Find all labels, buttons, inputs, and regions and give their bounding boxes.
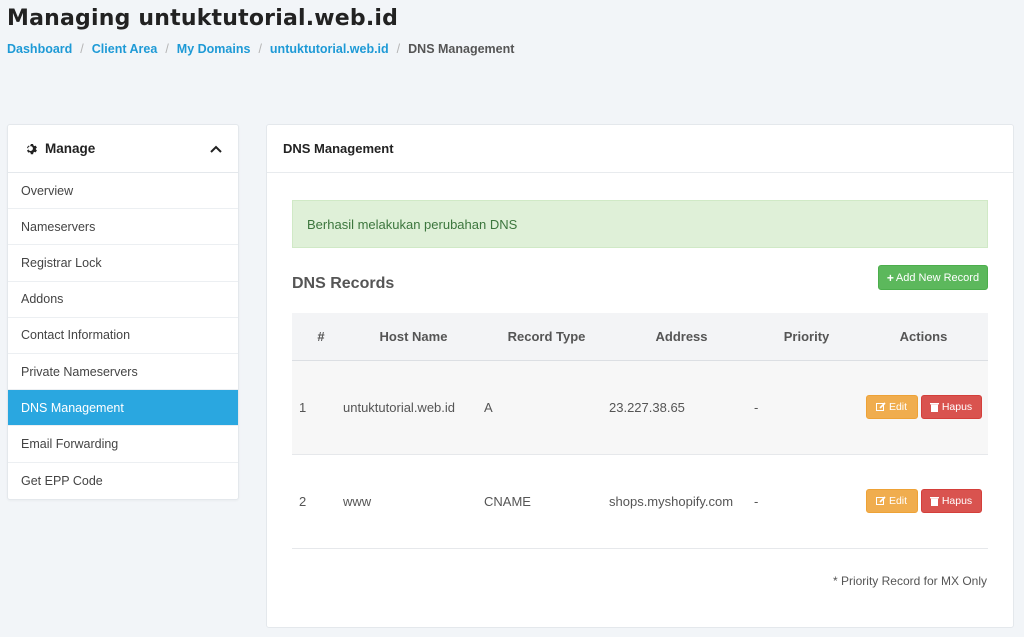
sidebar-item-label: Contact Information bbox=[21, 328, 131, 343]
sidebar-item-private-nameservers[interactable]: Private Nameservers bbox=[8, 354, 238, 391]
cell-priority: - bbox=[754, 399, 759, 415]
sidebar-item-label: Registrar Lock bbox=[21, 255, 102, 270]
column-header-priority: Priority bbox=[754, 313, 859, 361]
sidebar-item-label: Get EPP Code bbox=[21, 473, 103, 488]
chevron-up-icon[interactable] bbox=[210, 145, 222, 153]
edit-label: Edit bbox=[888, 495, 908, 507]
cell-record-type: A bbox=[484, 399, 493, 415]
breadcrumb: Dashboard / Client Area / My Domains / u… bbox=[7, 42, 514, 56]
trash-icon bbox=[929, 497, 939, 506]
add-new-record-button[interactable]: + Add New Record bbox=[878, 265, 988, 290]
sidebar-item-nameservers[interactable]: Nameservers bbox=[8, 209, 238, 246]
table-row: 2 www CNAME shops.myshopify.com - Edit H… bbox=[292, 454, 988, 548]
sidebar-item-label: Email Forwarding bbox=[21, 436, 119, 451]
sidebar-item-overview[interactable]: Overview bbox=[8, 173, 238, 210]
breadcrumb-domain[interactable]: untuktutorial.web.id bbox=[270, 42, 389, 56]
delete-button[interactable]: Hapus bbox=[920, 395, 982, 419]
sidebar-item-registrar-lock[interactable]: Registrar Lock bbox=[8, 245, 238, 282]
delete-button[interactable]: Hapus bbox=[920, 489, 982, 513]
sidebar-title: Manage bbox=[24, 141, 95, 156]
cell-address: shops.myshopify.com bbox=[609, 493, 734, 509]
alert-message: Berhasil melakukan perubahan DNS bbox=[307, 216, 518, 232]
edit-button[interactable]: Edit bbox=[865, 395, 918, 419]
breadcrumb-separator: / bbox=[396, 42, 401, 56]
sidebar-item-addons[interactable]: Addons bbox=[8, 282, 238, 318]
dns-records-table: # Host Name Record Type Address Priority… bbox=[292, 313, 988, 549]
delete-label: Hapus bbox=[941, 401, 973, 413]
success-alert: Berhasil melakukan perubahan DNS bbox=[292, 200, 988, 248]
panel-title: DNS Management bbox=[267, 125, 1013, 173]
cell-priority: - bbox=[754, 493, 759, 509]
sidebar-header[interactable]: Manage bbox=[8, 125, 238, 173]
trash-icon bbox=[929, 403, 939, 412]
plus-icon: + bbox=[886, 270, 894, 285]
sidebar-item-contact-information[interactable]: Contact Information bbox=[8, 318, 238, 354]
sidebar-item-label: Private Nameservers bbox=[21, 364, 138, 379]
breadcrumb-client-area[interactable]: Client Area bbox=[92, 42, 158, 56]
sidebar-item-dns-management[interactable]: DNS Management bbox=[8, 390, 238, 427]
sidebar-title-label: Manage bbox=[45, 141, 96, 156]
sidebar: Manage Overview Nameservers Registrar Lo… bbox=[7, 124, 239, 500]
cell-actions: Edit Hapus bbox=[859, 360, 988, 454]
cell-host-name: untuktutorial.web.id bbox=[343, 399, 456, 415]
breadcrumb-separator: / bbox=[80, 42, 84, 56]
table-row: 1 untuktutorial.web.id A 23.227.38.65 - … bbox=[292, 360, 988, 454]
column-header-host-name: Host Name bbox=[343, 313, 484, 361]
section-title: DNS Records bbox=[292, 275, 395, 292]
breadcrumb-dashboard[interactable]: Dashboard bbox=[7, 42, 72, 56]
priority-footnote: * Priority Record for MX Only bbox=[832, 574, 987, 588]
cell-number: 2 bbox=[299, 493, 307, 509]
column-header-number: # bbox=[292, 313, 343, 361]
sidebar-item-get-epp-code[interactable]: Get EPP Code bbox=[8, 463, 238, 499]
cell-host-name: www bbox=[343, 493, 372, 509]
page-title: Managing untuktutorial.web.id bbox=[7, 6, 399, 31]
sidebar-item-label: DNS Management bbox=[21, 400, 124, 415]
breadcrumb-separator: / bbox=[258, 42, 262, 56]
breadcrumb-current: DNS Management bbox=[408, 42, 515, 56]
sidebar-item-label: Addons bbox=[21, 292, 64, 307]
cell-number: 1 bbox=[299, 399, 307, 415]
column-header-record-type: Record Type bbox=[484, 313, 609, 361]
delete-label: Hapus bbox=[941, 495, 973, 507]
edit-label: Edit bbox=[888, 401, 908, 413]
sidebar-item-label: Overview bbox=[21, 183, 74, 198]
cell-address: 23.227.38.65 bbox=[609, 399, 685, 415]
gear-icon bbox=[27, 144, 37, 155]
cell-record-type: CNAME bbox=[484, 493, 531, 509]
breadcrumb-my-domains[interactable]: My Domains bbox=[177, 42, 251, 56]
dns-panel: DNS Management Berhasil melakukan peruba… bbox=[266, 124, 1014, 628]
add-new-record-label: Add New Record bbox=[895, 271, 980, 284]
table-header-row: # Host Name Record Type Address Priority… bbox=[292, 313, 988, 361]
sidebar-item-email-forwarding[interactable]: Email Forwarding bbox=[8, 426, 238, 463]
edit-button[interactable]: Edit bbox=[865, 489, 918, 513]
sidebar-item-label: Nameservers bbox=[21, 219, 96, 234]
edit-icon bbox=[875, 496, 886, 505]
breadcrumb-separator: / bbox=[165, 42, 169, 56]
column-header-actions: Actions bbox=[859, 313, 988, 361]
cell-actions: Edit Hapus bbox=[859, 454, 988, 548]
edit-icon bbox=[875, 402, 886, 411]
column-header-address: Address bbox=[609, 313, 754, 361]
